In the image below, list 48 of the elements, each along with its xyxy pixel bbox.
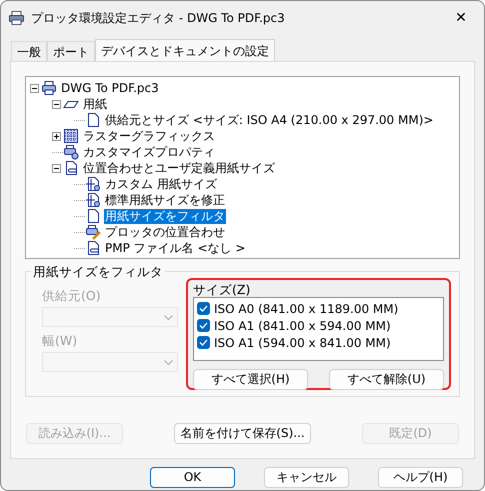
window-title: プロッタ環境設定エディタ - DWG To PDF.pc3 — [31, 10, 286, 27]
action-button[interactable]: 名前を付けて保存(S)... — [174, 423, 311, 444]
printer-pencil-icon — [85, 224, 101, 240]
collapse-toggle[interactable] — [30, 84, 39, 92]
checkbox[interactable] — [197, 319, 210, 332]
checkbox-label: ISO A1 (594.00 x 841.00 MM) — [214, 334, 391, 352]
tree-item[interactable]: カスタム 用紙サイズ — [104, 176, 218, 192]
chevron-down-icon — [164, 314, 173, 320]
tree-item[interactable]: カスタマイズプロパティ — [82, 144, 216, 160]
tree-item[interactable]: ラスターグラフィックス — [82, 128, 216, 144]
document-icon — [85, 192, 101, 208]
dialog-button[interactable]: ヘルプ(H) — [378, 467, 463, 488]
checkbox[interactable] — [197, 302, 210, 315]
tree-item[interactable]: 用紙 — [82, 96, 108, 112]
tree-item[interactable]: 供給元とサイズ <サイズ: ISO A4 (210.00 x 297.00 MM)> — [104, 112, 434, 128]
collapse-toggle[interactable] — [52, 164, 61, 172]
document-icon — [85, 240, 101, 256]
checkbox[interactable] — [197, 336, 210, 349]
printer-icon — [63, 144, 79, 160]
tree-item[interactable]: 用紙サイズをフィルタ — [104, 208, 226, 224]
tree-item[interactable]: 標準用紙サイズを修正 — [104, 192, 226, 208]
grid-icon — [63, 128, 79, 144]
size-label: サイズ(Z) — [193, 282, 252, 297]
tab[interactable]: デバイスとドキュメントの設定 — [95, 39, 275, 61]
select-button[interactable]: すべて選択(H) — [193, 369, 308, 390]
checkbox-label: ISO A1 (841.00 x 594.00 MM) — [214, 318, 391, 334]
tab[interactable]: ポート — [47, 41, 95, 61]
field-label: 幅(W) — [42, 333, 78, 349]
dialog-button[interactable]: OK — [150, 467, 235, 488]
document-icon — [85, 112, 101, 128]
printer-icon — [41, 80, 57, 96]
chevron-down-icon — [164, 360, 173, 364]
tree-item[interactable]: 位置合わせとユーザ定義用紙サイズ — [82, 160, 276, 176]
tab[interactable]: 一般 — [11, 41, 47, 61]
printer-icon — [9, 11, 25, 25]
document-icon — [85, 176, 101, 192]
dialog-button[interactable]: キャンセル — [264, 467, 349, 488]
tree-item[interactable]: プロッタの位置合わせ — [104, 224, 226, 240]
collapse-toggle[interactable] — [52, 100, 61, 108]
document-icon — [63, 160, 79, 176]
checkbox-label: ISO A0 (841.00 x 1189.00 MM) — [214, 300, 398, 318]
select-button[interactable]: すべて解除(U) — [329, 369, 444, 390]
expand-toggle[interactable] — [52, 132, 61, 140]
document-icon — [85, 208, 101, 224]
tree-item[interactable]: PMP ファイル名 <なし > — [104, 240, 246, 256]
close-button[interactable]: ✕ — [446, 8, 476, 28]
tree-item[interactable]: DWG To PDF.pc3 — [60, 80, 160, 96]
field-label: 供給元(O) — [42, 288, 102, 304]
